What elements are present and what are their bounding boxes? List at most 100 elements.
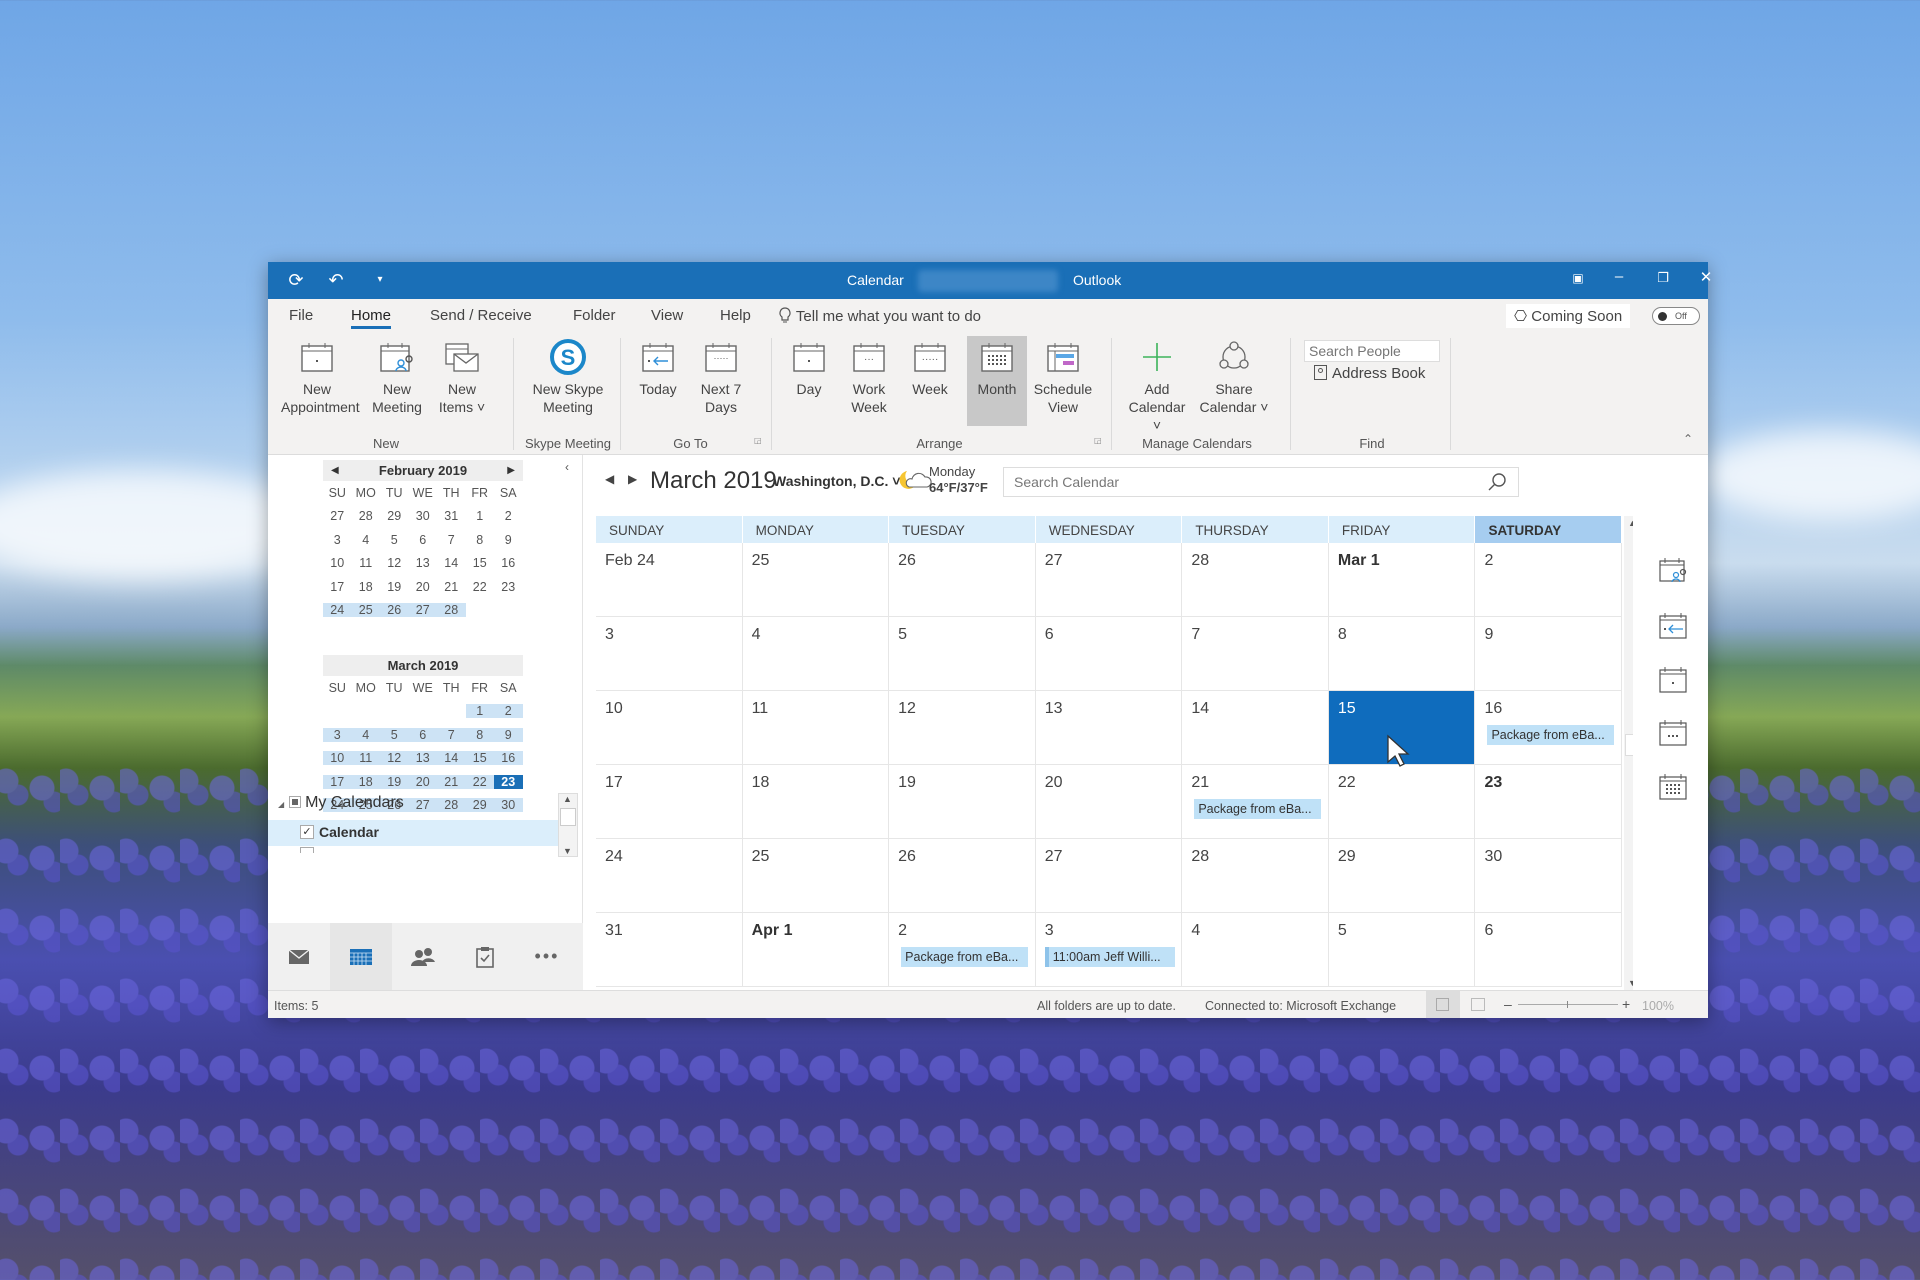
- collapse-pane-icon[interactable]: ‹: [565, 460, 569, 474]
- mini-day[interactable]: 7: [437, 533, 466, 547]
- mini-day[interactable]: 26: [380, 603, 409, 618]
- day-cell[interactable]: 25: [743, 543, 890, 616]
- scroll-up-icon[interactable]: ▲: [563, 794, 572, 804]
- mini-day[interactable]: 5: [380, 533, 409, 547]
- work-week-side-button[interactable]: [1658, 719, 1688, 752]
- day-cell[interactable]: Apr 1: [743, 913, 890, 986]
- mini-day[interactable]: 19: [380, 580, 409, 594]
- day-cell[interactable]: 8: [1329, 617, 1476, 690]
- collapse-ribbon-icon[interactable]: ⌃: [1683, 432, 1693, 446]
- calendar-event[interactable]: Package from eBa...: [898, 947, 1029, 967]
- mini-day[interactable]: 4: [352, 533, 381, 547]
- new-meeting-button[interactable]: New Meeting: [364, 336, 430, 416]
- day-cell[interactable]: 4: [1182, 913, 1329, 986]
- day-cell[interactable]: 13: [1036, 691, 1183, 764]
- previous-period-icon[interactable]: ◀: [605, 472, 614, 486]
- search-icon[interactable]: [1486, 471, 1508, 493]
- mini-day[interactable]: 16: [494, 556, 523, 570]
- mini-day[interactable]: 3: [323, 727, 352, 742]
- mini-day[interactable]: 15: [466, 556, 495, 570]
- ribbon-display-icon[interactable]: ▣: [1558, 271, 1598, 285]
- day-cell[interactable]: 22: [1329, 765, 1476, 838]
- mini-day[interactable]: 12: [380, 751, 409, 766]
- mini-day[interactable]: 8: [466, 533, 495, 547]
- day-cell[interactable]: 25: [743, 839, 890, 912]
- dialog-launcher-icon[interactable]: ◲: [754, 436, 762, 445]
- mini-day[interactable]: 15: [465, 751, 494, 766]
- day-view-button[interactable]: Day: [783, 336, 835, 398]
- mini-day[interactable]: 8: [465, 727, 494, 742]
- mini-day[interactable]: 22: [466, 580, 495, 594]
- work-week-button[interactable]: ··· Work Week: [840, 336, 898, 416]
- day-cell[interactable]: 5: [1329, 913, 1476, 986]
- mini-day[interactable]: 9: [494, 533, 523, 547]
- mini-day[interactable]: 13: [409, 556, 438, 570]
- day-cell[interactable]: 27: [1036, 543, 1183, 616]
- mini-day[interactable]: 1: [466, 509, 495, 523]
- mini-day[interactable]: 16: [494, 751, 523, 766]
- calendar-checkbox[interactable]: ✓: [300, 825, 314, 839]
- day-cell[interactable]: 6: [1036, 617, 1183, 690]
- calendar-event[interactable]: 11:00am Jeff Willi...: [1044, 947, 1175, 967]
- next-month-icon[interactable]: ▶: [507, 460, 515, 481]
- day-cell[interactable]: 19: [889, 765, 1036, 838]
- day-cell[interactable]: 26: [889, 839, 1036, 912]
- mini-day[interactable]: 25: [351, 603, 380, 618]
- mini-day[interactable]: 6: [409, 533, 438, 547]
- mini-day[interactable]: 14: [437, 556, 466, 570]
- coming-soon-button[interactable]: ⎔ Coming Soon: [1506, 304, 1631, 328]
- mini-day[interactable]: 24: [323, 603, 352, 618]
- day-cell[interactable]: 5: [889, 617, 1036, 690]
- address-book-button[interactable]: Address Book: [1314, 365, 1425, 382]
- day-cell[interactable]: 9: [1475, 617, 1623, 690]
- new-skype-meeting-button[interactable]: S New Skype Meeting: [523, 336, 613, 416]
- mini-day[interactable]: 6: [408, 727, 437, 742]
- day-cell[interactable]: 30: [1475, 839, 1623, 912]
- nav-mail[interactable]: [268, 923, 330, 990]
- day-cell[interactable]: 4: [743, 617, 890, 690]
- calendar-event[interactable]: Package from eBa...: [1191, 799, 1322, 819]
- prev-month-icon[interactable]: ◀: [331, 460, 339, 481]
- mini-day[interactable]: 17: [323, 580, 352, 594]
- location-dropdown[interactable]: Washington, D.C. ˅: [773, 473, 900, 489]
- mini-day[interactable]: 2: [494, 704, 523, 719]
- meeting-scheduler-button[interactable]: [1658, 557, 1688, 592]
- zoom-slider-thumb[interactable]: [1567, 1001, 1568, 1008]
- nav-calendar[interactable]: [330, 923, 392, 990]
- mini-day[interactable]: 21: [437, 580, 466, 594]
- calendar-event[interactable]: Package from eBa...: [1484, 725, 1615, 745]
- mini-day[interactable]: 27: [408, 603, 437, 618]
- day-cell[interactable]: 3: [596, 617, 743, 690]
- add-calendar-button[interactable]: Add Calendar ˅: [1124, 336, 1190, 434]
- day-cell[interactable]: 28: [1182, 543, 1329, 616]
- day-cell[interactable]: 24: [596, 839, 743, 912]
- birthdays-checkbox[interactable]: [300, 847, 314, 853]
- zoom-slider[interactable]: [1518, 1004, 1618, 1005]
- month-view-button[interactable]: Month: [967, 336, 1027, 426]
- mini-day[interactable]: 4: [351, 727, 380, 742]
- folder-scrollbar[interactable]: ▲ ▼: [558, 793, 578, 857]
- share-calendar-button[interactable]: Share Calendar ˅: [1198, 336, 1270, 416]
- next-period-icon[interactable]: ▶: [628, 472, 637, 486]
- day-cell[interactable]: 20: [1036, 765, 1183, 838]
- mini-day[interactable]: 28: [437, 603, 466, 618]
- mini-day[interactable]: 2: [494, 509, 523, 523]
- day-view-side-button[interactable]: [1658, 666, 1688, 699]
- reading-view-icon[interactable]: [1471, 998, 1485, 1011]
- mini-day[interactable]: 23: [494, 580, 523, 594]
- day-cell[interactable]: 21 Package from eBa...: [1182, 765, 1329, 838]
- mini-day[interactable]: 14: [437, 751, 466, 766]
- normal-view-button[interactable]: [1426, 991, 1460, 1018]
- mini-day[interactable]: 3: [323, 533, 352, 547]
- scroll-thumb[interactable]: [560, 808, 576, 826]
- zoom-in-button[interactable]: +: [1622, 996, 1630, 1012]
- nav-more[interactable]: •••: [516, 923, 578, 990]
- search-calendar-input[interactable]: Search Calendar: [1003, 467, 1519, 497]
- restore-icon[interactable]: ❐: [1643, 270, 1683, 286]
- undo-icon[interactable]: ↶: [324, 270, 348, 291]
- day-cell[interactable]: Mar 1: [1329, 543, 1476, 616]
- day-cell[interactable]: 23: [1475, 765, 1623, 838]
- search-people-input[interactable]: [1304, 340, 1440, 362]
- week-view-button[interactable]: ····· Week: [902, 336, 958, 398]
- mini-day[interactable]: 18: [352, 580, 381, 594]
